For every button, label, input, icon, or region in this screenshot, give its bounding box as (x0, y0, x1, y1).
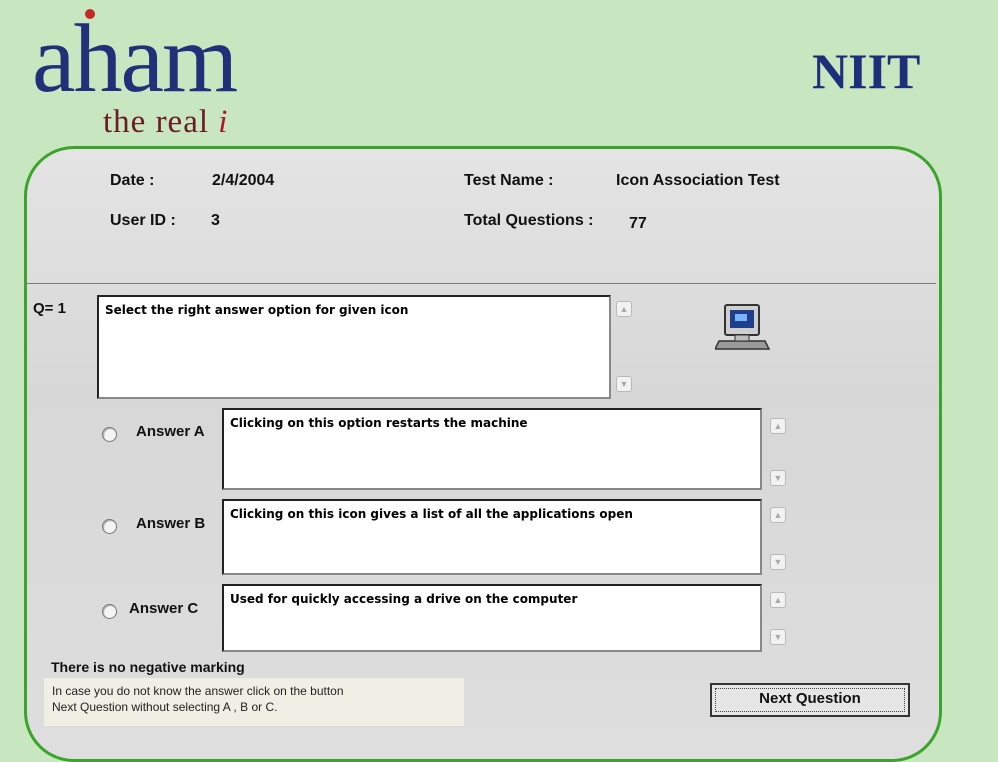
date-value: 2/4/2004 (212, 172, 275, 189)
logo-tagline: the real i (103, 104, 228, 141)
answer-a-radio[interactable] (102, 427, 117, 442)
answer-a-label: Answer A (136, 423, 205, 440)
answer-b-label: Answer B (136, 515, 206, 532)
test-name-label: Test Name : (464, 172, 554, 189)
answer-c-scroll-down[interactable]: ▼ (770, 629, 786, 645)
total-questions-label: Total Questions : (464, 212, 594, 229)
answer-a-scroll-up[interactable]: ▲ (770, 418, 786, 434)
answer-c-text: Used for quickly accessing a drive on th… (222, 584, 762, 652)
answer-b-text: Clicking on this icon gives a list of al… (222, 499, 762, 575)
question-number: Q= 1 (33, 300, 66, 317)
user-id-value: 3 (211, 212, 220, 229)
instruction-line-1: In case you do not know the answer click… (52, 684, 344, 698)
answer-b-radio[interactable] (102, 519, 117, 534)
answer-a-text: Clicking on this option restarts the mac… (222, 408, 762, 490)
date-label: Date : (110, 172, 155, 189)
question-scroll-down[interactable]: ▼ (616, 376, 632, 392)
aham-logo: aham (32, 5, 238, 113)
answer-c-radio[interactable] (102, 604, 117, 619)
answer-b-scroll-down[interactable]: ▼ (770, 554, 786, 570)
question-scroll-up[interactable]: ▲ (616, 301, 632, 317)
answer-c-label: Answer C (129, 600, 199, 617)
total-questions-value: 77 (629, 215, 647, 232)
answer-a-scroll-down[interactable]: ▼ (770, 470, 786, 486)
answer-b-scroll-up[interactable]: ▲ (770, 507, 786, 523)
instruction-line-2: Next Question without selecting A , B or… (52, 700, 278, 714)
tagline-prefix: the real (103, 104, 210, 140)
next-question-button[interactable]: Next Question (710, 683, 910, 717)
question-text: Select the right answer option for given… (97, 295, 611, 399)
divider (24, 283, 936, 284)
answer-c-scroll-up[interactable]: ▲ (770, 592, 786, 608)
test-name-value: Icon Association Test (616, 172, 780, 189)
niit-logo: NIIT (812, 43, 921, 99)
tagline-i: i (218, 104, 229, 140)
computer-icon (713, 303, 771, 356)
user-id-label: User ID : (110, 212, 176, 229)
no-negative-marking-note: There is no negative marking (51, 659, 245, 675)
